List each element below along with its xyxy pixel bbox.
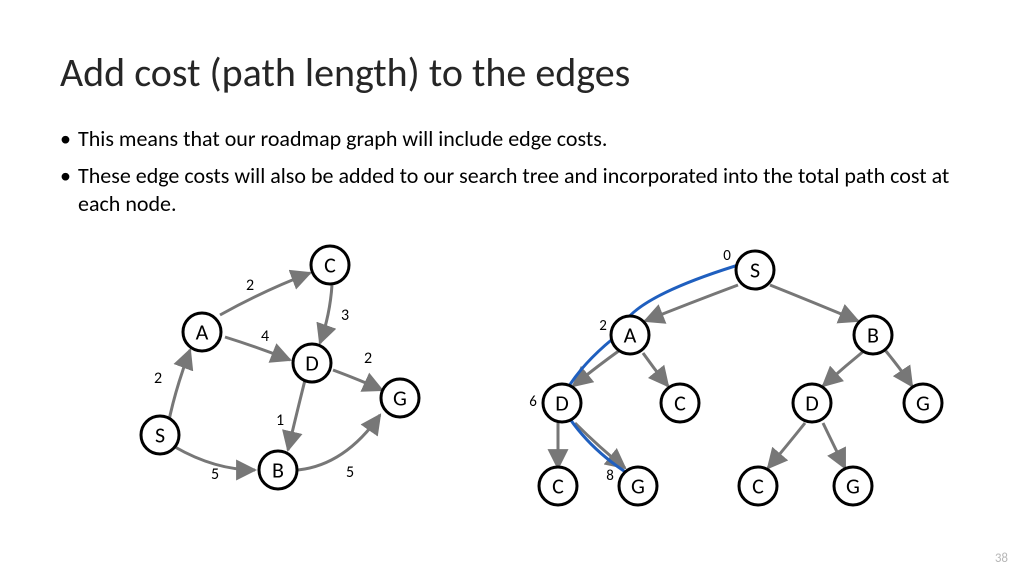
bullet-list: This means that our roadmap graph will i…	[60, 125, 964, 219]
svg-text:C: C	[324, 252, 336, 279]
tree-node-C1: C	[661, 384, 699, 422]
svg-text:D: D	[305, 350, 319, 377]
svg-text:D: D	[805, 390, 819, 417]
svg-text:S: S	[155, 422, 165, 449]
tree-node-C3: C	[739, 467, 777, 505]
edge-cost-BG: 5	[346, 463, 354, 482]
svg-text:G: G	[631, 473, 645, 500]
tree-node-G2: G	[619, 467, 657, 505]
tree-node-G1: G	[904, 384, 942, 422]
tree-node-B: B	[854, 316, 892, 354]
slide: Add cost (path length) to the edges This…	[0, 0, 1024, 576]
node-S: S	[141, 416, 179, 454]
svg-text:S: S	[750, 257, 760, 284]
edge-cost-SA: 2	[154, 369, 162, 388]
svg-text:C: C	[552, 473, 564, 500]
svg-text:B: B	[272, 457, 284, 484]
node-A: A	[183, 313, 221, 351]
slide-title: Add cost (path length) to the edges	[60, 48, 964, 97]
tree-node-A: A	[611, 316, 649, 354]
node-G: G	[381, 379, 419, 417]
tree-node-C2: C	[539, 467, 577, 505]
edge-cost-CD: 3	[341, 306, 349, 325]
page-number: 38	[995, 551, 1008, 566]
node-C: C	[311, 246, 349, 284]
edge-cost-DB: 1	[276, 411, 284, 430]
total-S: 0	[723, 247, 731, 265]
tree-node-D2: D	[793, 384, 831, 422]
svg-text:C: C	[674, 390, 686, 417]
edge-cost-AD: 4	[261, 327, 269, 346]
svg-text:G: G	[916, 390, 930, 417]
edge-cost-SB: 5	[211, 465, 219, 484]
svg-text:D: D	[555, 390, 569, 417]
total-G2: 8	[606, 467, 614, 485]
tree-node-G3: G	[834, 467, 872, 505]
node-B: B	[259, 451, 297, 489]
svg-text:G: G	[846, 473, 860, 500]
search-tree: S A B D C D G C G C G 0 2 6 8	[475, 238, 945, 538]
svg-text:A: A	[624, 322, 637, 349]
bullet-item: These edge costs will also be added to o…	[60, 162, 964, 219]
tree-node-D1: D	[543, 384, 581, 422]
svg-text:B: B	[867, 322, 879, 349]
roadmap-graph: S A C D B G 2 5 2 4 3 1 2 5	[120, 235, 450, 500]
bullet-item: This means that our roadmap graph will i…	[60, 125, 964, 154]
svg-text:G: G	[393, 385, 407, 412]
node-D: D	[293, 344, 331, 382]
svg-text:C: C	[752, 473, 764, 500]
highlight-path	[560, 260, 755, 478]
svg-text:A: A	[196, 319, 209, 346]
total-A: 2	[599, 317, 607, 335]
total-D1: 6	[529, 393, 537, 411]
tree-node-S: S	[736, 251, 774, 289]
edge-cost-AC: 2	[246, 276, 254, 295]
edge-cost-DG: 2	[364, 349, 372, 368]
